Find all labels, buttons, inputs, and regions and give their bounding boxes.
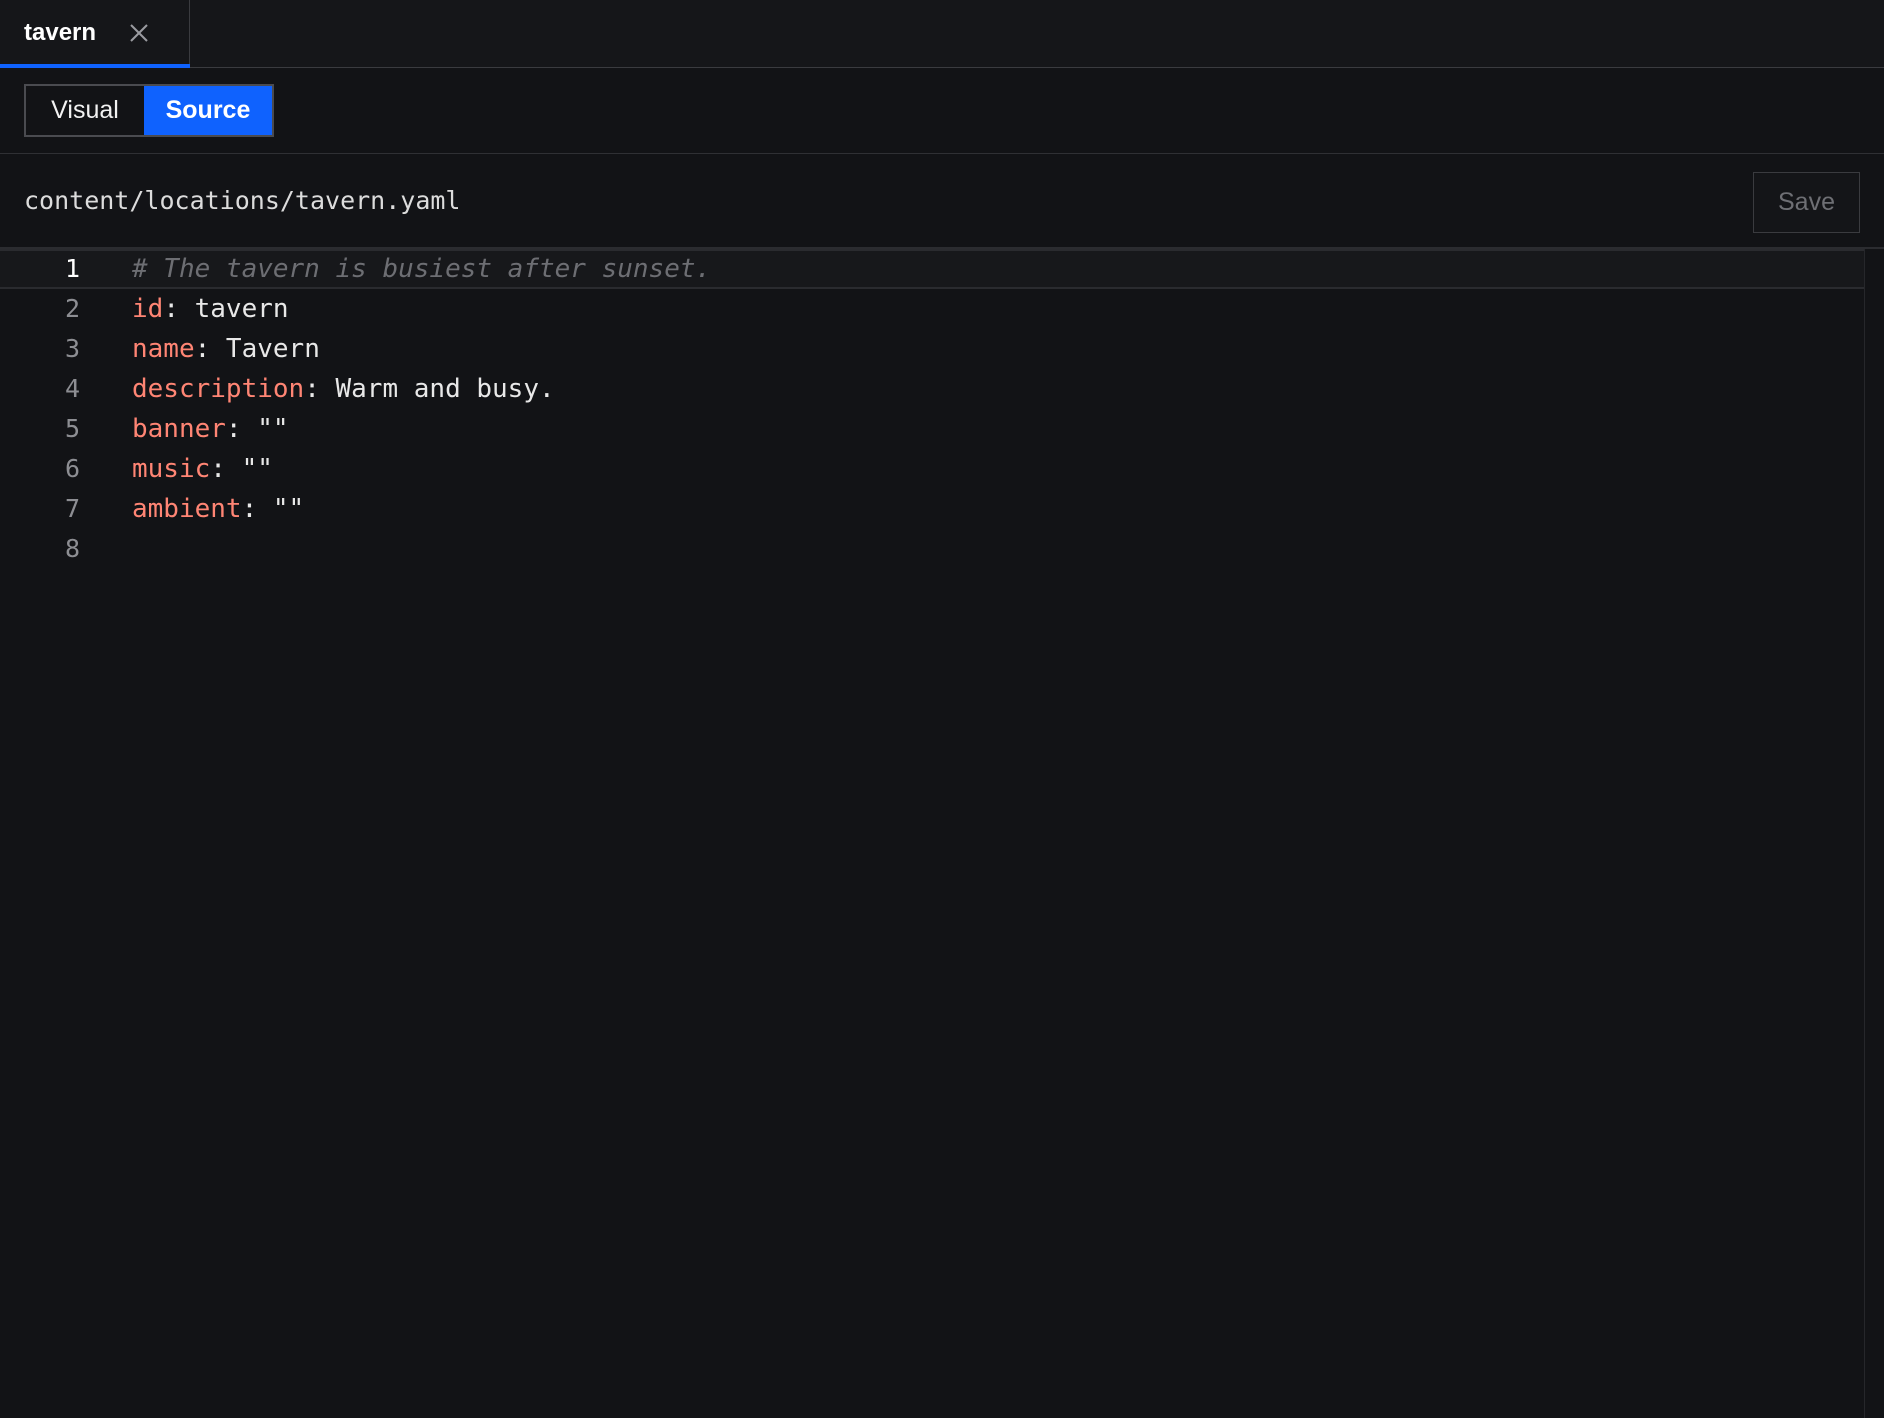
yaml-key: id bbox=[132, 294, 164, 324]
yaml-value: "" bbox=[225, 454, 273, 484]
line-number: 6 bbox=[64, 454, 80, 483]
source-mode-button[interactable]: Source bbox=[144, 86, 272, 135]
editor-scrollbar[interactable] bbox=[1864, 249, 1884, 1418]
code-line[interactable]: 4 description: Warm and busy. bbox=[0, 369, 1864, 409]
line-number: 3 bbox=[64, 334, 80, 363]
line-number: 2 bbox=[64, 294, 80, 323]
code-line[interactable]: 3 name: Tavern bbox=[0, 329, 1864, 369]
line-number: 5 bbox=[64, 414, 80, 443]
tab-tavern[interactable]: tavern bbox=[0, 0, 190, 68]
code-text: # The tavern is busiest after sunset. bbox=[132, 251, 711, 287]
tab-bar: tavern bbox=[0, 0, 1884, 68]
code-text: id: tavern bbox=[132, 289, 289, 329]
code-text: name: Tavern bbox=[132, 329, 320, 369]
yaml-value: "" bbox=[241, 414, 289, 444]
line-number: 7 bbox=[64, 494, 80, 523]
line-number: 4 bbox=[64, 374, 80, 403]
save-button[interactable]: Save bbox=[1753, 172, 1860, 233]
code-text: description: Warm and busy. bbox=[132, 369, 555, 409]
yaml-colon: : bbox=[194, 334, 211, 364]
code-line[interactable]: 1 # The tavern is busiest after sunset. bbox=[0, 249, 1864, 289]
yaml-key: ambient bbox=[132, 494, 242, 524]
code-editor[interactable]: 1 # The tavern is busiest after sunset. 2 i… bbox=[0, 249, 1884, 1418]
code-line[interactable]: 8 bbox=[0, 529, 1864, 569]
yaml-value: tavern bbox=[178, 294, 289, 324]
yaml-value: "" bbox=[257, 494, 305, 524]
yaml-value: Warm and busy. bbox=[319, 374, 555, 404]
code-line[interactable]: 6 music: "" bbox=[0, 449, 1864, 489]
yaml-comment: # The tavern is busiest after sunset. bbox=[132, 254, 712, 284]
code-line[interactable]: 2 id: tavern bbox=[0, 289, 1864, 329]
code-line[interactable]: 5 banner: "" bbox=[0, 409, 1864, 449]
yaml-key: music bbox=[132, 454, 211, 484]
yaml-colon: : bbox=[163, 294, 179, 324]
file-path: content/locations/tavern.yaml bbox=[24, 186, 461, 215]
code-text: ambient: "" bbox=[132, 489, 304, 529]
yaml-key: banner bbox=[132, 414, 226, 444]
mode-bar: Visual Source bbox=[0, 68, 1884, 154]
close-icon[interactable] bbox=[127, 21, 151, 45]
tab-label: tavern bbox=[24, 19, 97, 46]
visual-mode-button[interactable]: Visual bbox=[26, 86, 144, 135]
file-header: content/locations/tavern.yaml Save bbox=[0, 155, 1884, 249]
code-text: music: "" bbox=[132, 449, 273, 489]
yaml-value: Tavern bbox=[210, 334, 320, 364]
yaml-key: name bbox=[132, 334, 195, 364]
yaml-colon: : bbox=[225, 414, 242, 444]
line-number: 8 bbox=[64, 534, 80, 563]
yaml-colon: : bbox=[304, 374, 320, 404]
line-number: 1 bbox=[64, 254, 80, 283]
yaml-key: description bbox=[132, 374, 305, 404]
view-mode-toggle: Visual Source bbox=[24, 84, 274, 137]
code-line[interactable]: 7 ambient: "" bbox=[0, 489, 1864, 529]
code-text: banner: "" bbox=[132, 409, 289, 449]
yaml-colon: : bbox=[210, 454, 226, 484]
yaml-colon: : bbox=[241, 494, 258, 524]
